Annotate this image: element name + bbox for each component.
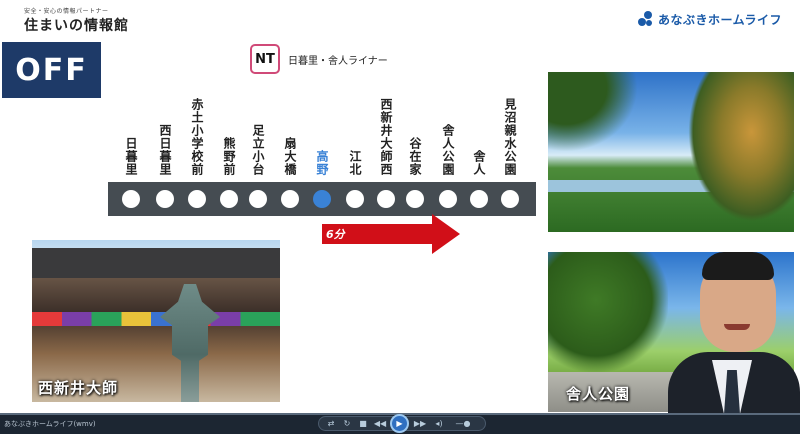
station-label: 赤土小学校前 [190, 98, 204, 176]
media-player-bar: あなぶきホームライフ(wmv) ⇄ ↻ ■ ◀◀ ▶ ▶▶ ◂) —● [0, 413, 800, 434]
station-dot [406, 190, 424, 208]
next-icon[interactable]: ▶▶ [412, 417, 428, 430]
repeat-icon[interactable]: ↻ [340, 417, 354, 430]
volume-icon[interactable]: ◂) [432, 417, 446, 430]
presenter-hair [702, 252, 774, 280]
station-dot [313, 190, 331, 208]
presenter-mouth [724, 324, 750, 330]
presenter-figure [668, 250, 800, 414]
media-source-label: あなぶきホームライフ(wmv) [4, 420, 96, 428]
station-label: 日暮里 [124, 137, 138, 176]
station-label: 江北 [348, 150, 362, 176]
park-caption: 舎人公園 [566, 385, 631, 403]
travel-time-arrow: 6分 [322, 214, 460, 254]
stop-icon[interactable]: ■ [356, 417, 370, 430]
video-frame: 安全・安心の情報パートナー 住まいの情報館 あなぶきホームライフ OFF NT … [0, 0, 800, 434]
shuffle-icon[interactable]: ⇄ [324, 417, 338, 430]
temple-roof [32, 248, 280, 278]
play-icon[interactable]: ▶ [390, 414, 409, 433]
volume-slider[interactable]: —● [448, 417, 478, 430]
station-dot [439, 190, 457, 208]
previous-icon[interactable]: ◀◀ [372, 417, 388, 430]
station-label: 高野 [315, 150, 329, 176]
station-label: 西新井大師西 [379, 98, 393, 176]
stone-lantern [160, 284, 220, 402]
temple-photo: 西新井大師 [32, 240, 280, 402]
station-dot [156, 190, 174, 208]
station-label: 西日暮里 [158, 124, 172, 176]
travel-time-label: 6分 [326, 228, 345, 241]
station-label: 舎人公園 [441, 124, 455, 176]
arrow-head-icon [432, 214, 460, 254]
photo-tree [688, 72, 794, 222]
station-dot [122, 190, 140, 208]
station-dot [188, 190, 206, 208]
station-label: 谷在家 [408, 137, 422, 176]
park-photo-top [548, 72, 794, 232]
station-label: 舎人 [472, 150, 486, 176]
station-label: 足立小台 [251, 124, 265, 176]
station-dot [220, 190, 238, 208]
station-dot [249, 190, 267, 208]
station-dot [281, 190, 299, 208]
station-label: 熊野前 [222, 137, 236, 176]
station-dot [377, 190, 395, 208]
station-label: 扇大橋 [283, 137, 297, 176]
temple-curtain [32, 312, 280, 326]
station-label: 見沼親水公園 [503, 98, 517, 176]
station-dot [470, 190, 488, 208]
photo-tree [548, 252, 668, 372]
station-dot [501, 190, 519, 208]
photo-foliage [548, 72, 638, 152]
temple-caption: 西新井大師 [38, 379, 119, 397]
station-dot [346, 190, 364, 208]
